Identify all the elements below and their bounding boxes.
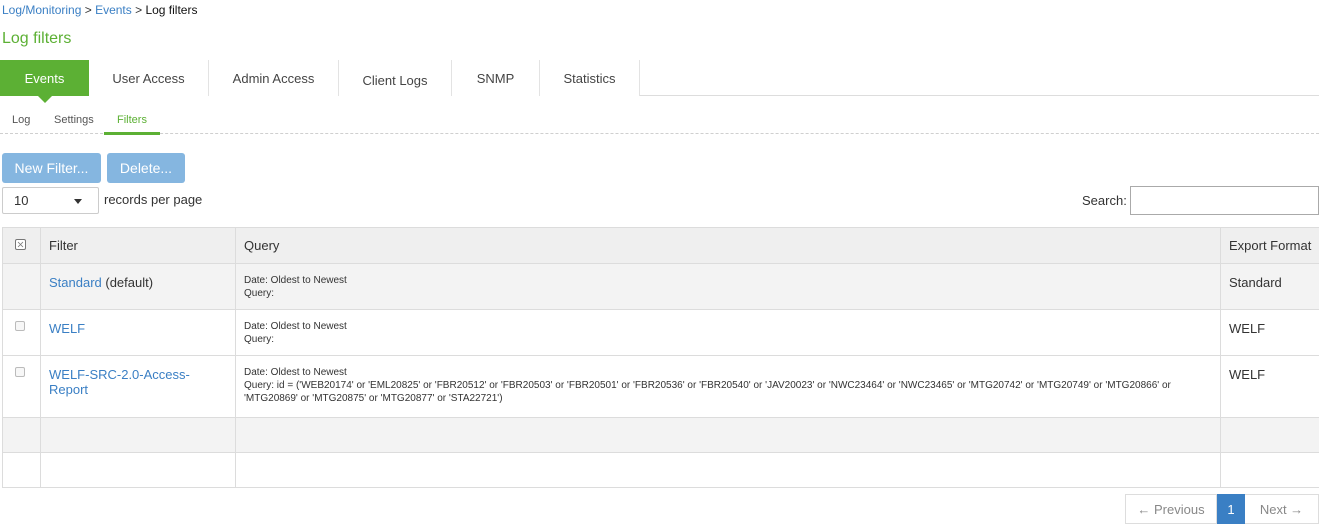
filter-cell: WELF-SRC-2.0-Access-Report bbox=[41, 356, 236, 418]
tab-snmp[interactable]: SNMP bbox=[452, 60, 540, 96]
query-cell: Date: Oldest to NewestQuery: id = ('WEB2… bbox=[236, 356, 1221, 418]
page-1-button[interactable]: 1 bbox=[1217, 494, 1245, 524]
filter-link[interactable]: WELF bbox=[49, 321, 85, 336]
column-header-export-format[interactable]: Export Format bbox=[1221, 228, 1319, 264]
query-text: Query: id = ('WEB20174' or 'EML20825' or… bbox=[244, 379, 1212, 405]
next-page-button[interactable]: Next → bbox=[1245, 494, 1319, 524]
breadcrumb-current: Log filters bbox=[145, 3, 197, 17]
filters-table: Filter Query Export Format Standard (def… bbox=[2, 227, 1319, 488]
search-input[interactable] bbox=[1130, 186, 1319, 215]
tab-client-logs[interactable]: Client Logs bbox=[339, 60, 452, 96]
tab-user-access[interactable]: User Access bbox=[89, 60, 209, 96]
column-header-query[interactable]: Query bbox=[236, 228, 1221, 264]
table-row: Standard (default) Date: Oldest to Newes… bbox=[3, 264, 1319, 310]
query-date: Date: Oldest to Newest bbox=[244, 366, 1212, 379]
delete-button[interactable]: Delete... bbox=[107, 153, 185, 183]
query-date: Date: Oldest to Newest bbox=[244, 320, 1212, 333]
breadcrumb-log-monitoring[interactable]: Log/Monitoring bbox=[2, 3, 81, 17]
new-filter-button[interactable]: New Filter... bbox=[2, 153, 101, 183]
subtab-filters[interactable]: Filters bbox=[104, 114, 160, 135]
query-cell: Date: Oldest to NewestQuery: bbox=[236, 310, 1221, 356]
column-header-filter[interactable]: Filter bbox=[41, 228, 236, 264]
empty-cell bbox=[41, 418, 236, 453]
empty-cell bbox=[3, 418, 41, 453]
breadcrumb-events[interactable]: Events bbox=[95, 3, 132, 17]
records-per-page-select[interactable]: 10 bbox=[2, 187, 99, 214]
filter-cell: Standard (default) bbox=[41, 264, 236, 310]
empty-table-row bbox=[3, 453, 1319, 488]
query-text: Query: bbox=[244, 287, 1212, 300]
empty-cell bbox=[236, 453, 1221, 488]
tab-statistics[interactable]: Statistics bbox=[540, 60, 640, 96]
breadcrumb-separator: > bbox=[81, 3, 95, 17]
table-header-row: Filter Query Export Format bbox=[3, 228, 1319, 264]
search-label: Search: bbox=[1082, 193, 1127, 208]
query-cell: Date: Oldest to NewestQuery: bbox=[236, 264, 1221, 310]
subtab-settings[interactable]: Settings bbox=[54, 114, 94, 126]
previous-page-button[interactable]: ← Previous bbox=[1125, 494, 1217, 524]
filter-link[interactable]: Standard bbox=[49, 275, 102, 290]
export-format-cell: WELF bbox=[1221, 356, 1319, 418]
table-row: WELF Date: Oldest to NewestQuery: WELF bbox=[3, 310, 1319, 356]
subtab-log[interactable]: Log bbox=[12, 114, 30, 126]
filter-suffix: (default) bbox=[102, 275, 153, 290]
tab-bar: Events User Access Admin Access Client L… bbox=[0, 60, 1319, 96]
records-per-page-value: 10 bbox=[14, 193, 28, 208]
select-all-checkbox-icon[interactable] bbox=[15, 239, 26, 250]
empty-table-row bbox=[3, 418, 1319, 453]
page-title: Log filters bbox=[2, 30, 71, 48]
query-date: Date: Oldest to Newest bbox=[244, 274, 1212, 287]
empty-cell bbox=[1221, 418, 1319, 453]
row-checkbox[interactable] bbox=[15, 367, 25, 377]
tab-events[interactable]: Events bbox=[0, 60, 89, 96]
query-text: Query: bbox=[244, 333, 1212, 346]
subtab-bar: Log Settings Filters bbox=[0, 104, 1319, 134]
empty-cell bbox=[3, 453, 41, 488]
checkbox-cell bbox=[3, 310, 41, 356]
filter-link[interactable]: WELF-SRC-2.0-Access-Report bbox=[49, 367, 190, 397]
table-row: WELF-SRC-2.0-Access-Report Date: Oldest … bbox=[3, 356, 1319, 418]
breadcrumb-separator: > bbox=[132, 3, 146, 17]
chevron-down-icon bbox=[74, 199, 82, 204]
tab-admin-access[interactable]: Admin Access bbox=[209, 60, 339, 96]
select-all-cell bbox=[3, 228, 41, 264]
checkbox-cell bbox=[3, 356, 41, 418]
checkbox-cell bbox=[3, 264, 41, 310]
empty-cell bbox=[236, 418, 1221, 453]
records-per-page-label: records per page bbox=[104, 192, 202, 207]
empty-cell bbox=[41, 453, 236, 488]
row-checkbox[interactable] bbox=[15, 321, 25, 331]
filter-cell: WELF bbox=[41, 310, 236, 356]
breadcrumb: Log/Monitoring > Events > Log filters bbox=[2, 3, 197, 17]
export-format-cell: Standard bbox=[1221, 264, 1319, 310]
export-format-cell: WELF bbox=[1221, 310, 1319, 356]
empty-cell bbox=[1221, 453, 1319, 488]
